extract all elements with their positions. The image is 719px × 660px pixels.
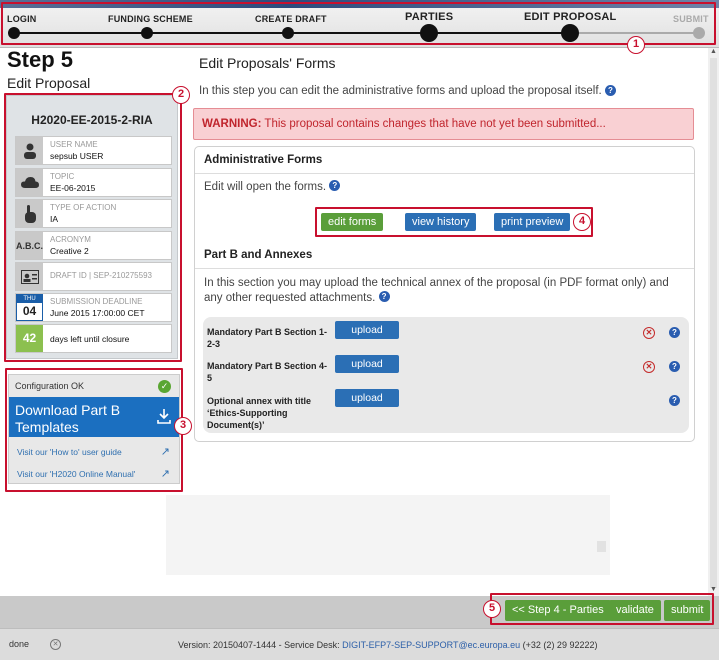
help-icon[interactable]: ? (669, 327, 680, 338)
marker-5: 5 (483, 600, 501, 618)
delete-icon[interactable]: ✕ (643, 327, 655, 339)
upload-button-section-4-5[interactable]: upload (335, 355, 399, 373)
help-icon[interactable]: ? (604, 85, 616, 96)
scrollbar-thumb[interactable] (710, 58, 717, 588)
marker-2: 2 (172, 86, 190, 104)
delete-icon[interactable]: ✕ (643, 361, 655, 373)
version-info: Version: 20150407-1444 - Service Desk: D… (178, 640, 597, 650)
highlight-box-3 (5, 368, 183, 492)
scroll-down-arrow-icon[interactable]: ▼ (710, 586, 717, 593)
step-title: Step 5 (7, 47, 74, 72)
page-title: Edit Proposals' Forms (199, 55, 336, 71)
part-b-text: In this section you may upload the techn… (204, 276, 689, 306)
step-subtitle: Edit Proposal (7, 75, 91, 91)
part-b-title: Part B and Annexes (204, 249, 313, 261)
intro-text: In this step you can edit the administra… (199, 85, 616, 97)
close-icon[interactable]: ✕ (50, 639, 61, 650)
upload-label-section-1-2-3: Mandatory Part B Section 1-2-3 (207, 327, 328, 349)
service-desk-email-link[interactable]: DIGIT-EFP7-SEP-SUPPORT@ec.europa.eu (342, 640, 520, 650)
warning-text: This proposal contains changes that have… (264, 118, 606, 130)
upload-list: Mandatory Part B Section 1-2-3 upload ✕ … (203, 317, 689, 433)
warning-label: WARNING: (202, 118, 262, 130)
blank-mark (597, 541, 606, 552)
help-icon[interactable]: ? (378, 291, 390, 302)
highlight-box-2 (4, 93, 182, 362)
marker-3: 3 (174, 417, 192, 435)
divider (195, 268, 694, 269)
forms-panel: Administrative Forms Edit will open the … (194, 146, 695, 442)
admin-forms-text: Edit will open the forms. ? (204, 180, 341, 195)
part-b-text-content: In this section you may upload the techn… (204, 277, 669, 304)
help-icon[interactable]: ? (669, 395, 680, 406)
highlight-box-5 (490, 593, 714, 625)
version-text: Version: 20150407-1444 - Service Desk: (178, 640, 340, 650)
admin-forms-title: Administrative Forms (204, 154, 323, 166)
scroll-up-arrow-icon[interactable]: ▲ (710, 48, 717, 55)
upload-button-section-1-2-3[interactable]: upload (335, 321, 399, 339)
upload-label-ethics-annex: Optional annex with title ‘Ethics-Suppor… (207, 396, 312, 430)
admin-forms-text-content: Edit will open the forms. (204, 181, 327, 193)
divider (195, 173, 694, 174)
status-bar: done ✕ Version: 20150407-1444 - Service … (0, 628, 719, 660)
help-icon[interactable]: ? (329, 180, 341, 191)
help-icon[interactable]: ? (669, 361, 680, 372)
highlight-box-4 (315, 207, 593, 237)
status-text: done (9, 639, 30, 649)
highlight-box-1 (1, 2, 716, 45)
service-desk-phone: (+32 (2) 29 92222) (522, 640, 598, 650)
intro-text-content: In this step you can edit the administra… (199, 85, 602, 97)
marker-1: 1 (627, 36, 645, 54)
warning-banner: WARNING: This proposal contains changes … (193, 108, 694, 140)
marker-4: 4 (573, 213, 591, 231)
upload-label-section-4-5: Mandatory Part B Section 4-5 (207, 361, 328, 383)
scrollbar[interactable]: ▲ ▼ (708, 48, 719, 596)
upload-button-ethics-annex[interactable]: upload (335, 389, 399, 407)
blank-area (166, 495, 610, 575)
